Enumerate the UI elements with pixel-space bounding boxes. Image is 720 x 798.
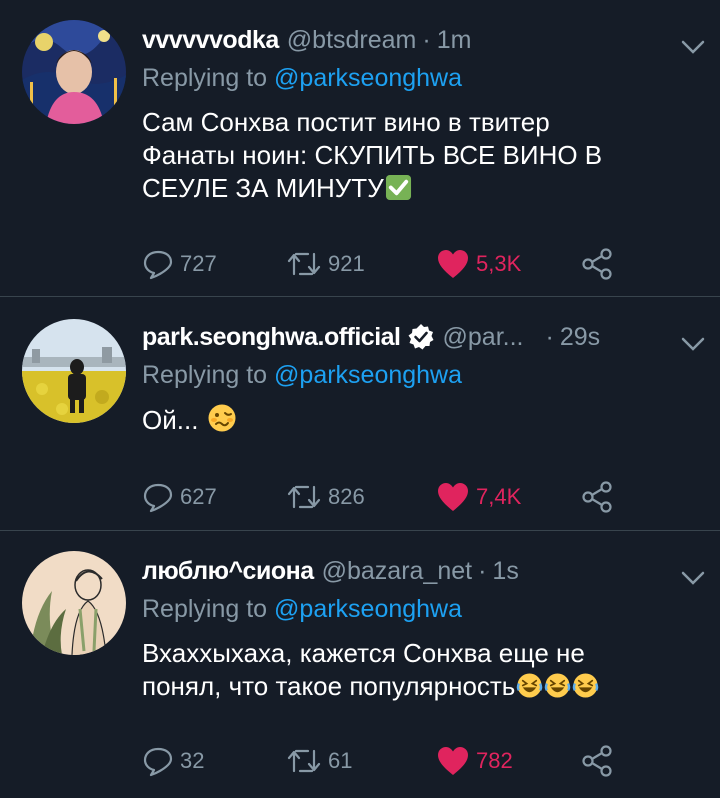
rofl-face-icon <box>545 673 571 698</box>
tweet[interactable]: park.seonghwa.official @par... · 29s Rep… <box>0 297 720 531</box>
reply-label: Replying to <box>142 361 268 389</box>
avatar[interactable] <box>22 551 126 655</box>
reply-count: 727 <box>180 251 217 276</box>
tweet-header: park.seonghwa.official @par... · 29s <box>142 317 700 357</box>
reply-context: Replying to @parkseonghwa <box>142 595 700 629</box>
heart-icon <box>438 483 468 511</box>
like-button[interactable]: 7,4K <box>436 481 521 513</box>
avatar[interactable] <box>22 20 126 124</box>
tweet-actions: 627 826 7,4K <box>142 479 700 515</box>
retweet-count: 826 <box>328 484 365 509</box>
tweet-text: Ой... <box>142 403 700 437</box>
share-icon <box>582 248 612 280</box>
reply-button[interactable]: 727 <box>142 248 217 280</box>
tweet-feed: vvvvvvodka @btsdream · 1m Replying to @p… <box>0 0 720 798</box>
share-icon <box>582 745 612 777</box>
tweet-actions: 727 921 5,3K <box>142 246 700 282</box>
timestamp[interactable]: 1m <box>437 26 472 55</box>
like-count: 782 <box>476 748 513 773</box>
reply-mention[interactable]: @parkseonghwa <box>274 595 462 623</box>
timestamp[interactable]: 29s <box>560 323 600 352</box>
retweet-button[interactable]: 921 <box>286 248 365 280</box>
verified-badge-icon <box>408 324 434 350</box>
share-button[interactable] <box>580 247 620 281</box>
reply-icon <box>143 483 173 513</box>
heart-icon <box>438 747 468 775</box>
reply-context: Replying to @parkseonghwa <box>142 64 700 98</box>
display-name[interactable]: vvvvvvodka <box>142 26 279 55</box>
reply-count: 32 <box>180 748 205 773</box>
reply-button[interactable]: 627 <box>142 481 217 513</box>
reply-mention[interactable]: @parkseonghwa <box>274 64 462 92</box>
reply-label: Replying to <box>142 64 268 92</box>
like-button[interactable]: 782 <box>436 745 513 777</box>
retweet-button[interactable]: 826 <box>286 481 365 513</box>
reply-icon <box>143 250 173 280</box>
retweet-count: 921 <box>328 251 365 276</box>
like-button[interactable]: 5,3K <box>436 248 521 280</box>
tweet-text: Сам Сонхва постит вино в твитер Фанаты н… <box>142 106 700 205</box>
check-mark-button-icon <box>385 174 411 201</box>
woozy-face-icon <box>208 404 236 432</box>
separator: · <box>478 556 487 585</box>
avatar[interactable] <box>22 319 126 423</box>
reply-button[interactable]: 32 <box>142 745 204 777</box>
rofl-face-icon <box>573 673 599 698</box>
like-count: 7,4K <box>476 484 522 509</box>
retweet-icon <box>287 749 321 773</box>
share-button[interactable] <box>580 480 620 514</box>
chevron-down-icon[interactable] <box>678 563 708 593</box>
share-icon <box>582 481 612 513</box>
tweet-body: Ой... <box>142 405 199 435</box>
tweet-text: Вхаххыхаха, кажется Сонхва еще не понял,… <box>142 637 700 703</box>
chevron-down-icon[interactable] <box>678 329 708 359</box>
display-name[interactable]: park.seonghwa.official <box>142 323 401 352</box>
username[interactable]: @bazara_net <box>322 557 472 586</box>
chevron-down-icon[interactable] <box>678 32 708 62</box>
tweet[interactable]: люблю^сиона @bazara_net · 1s Replying to… <box>0 531 720 798</box>
reply-mention[interactable]: @parkseonghwa <box>274 361 462 389</box>
reply-icon <box>143 747 173 777</box>
separator: · <box>545 322 554 351</box>
tweet-body: Сам Сонхва постит вино в твитер Фанаты н… <box>142 107 603 203</box>
rofl-face-icon <box>517 673 543 698</box>
reply-count: 627 <box>180 484 217 509</box>
like-count: 5,3K <box>476 251 522 276</box>
reply-context: Replying to @parkseonghwa <box>142 361 700 395</box>
share-button[interactable] <box>580 744 620 778</box>
timestamp[interactable]: 1s <box>492 557 518 586</box>
username[interactable]: @btsdream <box>287 26 417 55</box>
tweet[interactable]: vvvvvvodka @btsdream · 1m Replying to @p… <box>0 0 720 297</box>
tweet-header: люблю^сиона @bazara_net · 1s <box>142 551 700 591</box>
heart-icon <box>438 250 468 278</box>
tweet-actions: 32 61 782 <box>142 743 700 779</box>
username[interactable]: @par... <box>443 323 524 352</box>
reply-label: Replying to <box>142 595 268 623</box>
retweet-icon <box>287 485 321 509</box>
tweet-header: vvvvvvodka @btsdream · 1m <box>142 20 700 60</box>
retweet-icon <box>287 252 321 276</box>
display-name[interactable]: люблю^сиона <box>142 557 314 586</box>
separator: · <box>422 25 431 54</box>
retweet-count: 61 <box>328 748 353 773</box>
retweet-button[interactable]: 61 <box>286 745 352 777</box>
